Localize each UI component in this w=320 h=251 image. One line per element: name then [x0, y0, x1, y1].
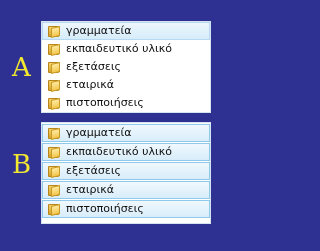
folder-label: εταιρικά — [66, 78, 114, 91]
folder-label: εξετάσεις — [66, 164, 121, 177]
folder-label: γραμματεία — [66, 126, 132, 139]
folder-row[interactable]: πιστοποιήσεις — [42, 200, 210, 218]
folder-row[interactable]: πιστοποιήσεις — [42, 94, 210, 112]
folder-row[interactable]: εξετάσεις — [42, 58, 210, 76]
folder-icon — [48, 25, 61, 38]
folder-icon — [48, 43, 61, 56]
folder-icon — [48, 127, 61, 140]
folder-row[interactable]: γραμματεία — [42, 22, 210, 40]
folder-icon — [48, 79, 61, 92]
folder-row[interactable]: εξετάσεις — [42, 162, 210, 180]
folder-icon — [48, 61, 61, 74]
folder-icon — [48, 184, 61, 197]
folder-row[interactable]: εκπαιδευτικό υλικό — [42, 40, 210, 58]
folder-label: εκπαιδευτικό υλικό — [66, 42, 172, 55]
folder-icon — [48, 146, 61, 159]
folder-row[interactable]: εταιρικά — [42, 76, 210, 94]
folder-label: εκπαιδευτικό υλικό — [66, 145, 172, 158]
folder-row[interactable]: εκπαιδευτικό υλικό — [42, 143, 210, 161]
folder-icon — [48, 165, 61, 178]
folder-label: γραμματεία — [66, 24, 132, 37]
folder-icon — [48, 97, 61, 110]
folder-label: πιστοποιήσεις — [66, 202, 144, 215]
folder-label: πιστοποιήσεις — [66, 96, 144, 109]
folder-row[interactable]: γραμματεία — [42, 124, 210, 142]
variant-b-label: B — [12, 150, 32, 180]
folder-label: εταιρικά — [66, 183, 114, 196]
folder-icon — [48, 203, 61, 216]
folder-list-b: γραμματεία εκπαιδευτικό υλικό εξετάσεις … — [41, 122, 211, 224]
folder-label: εξετάσεις — [66, 60, 121, 73]
folder-row[interactable]: εταιρικά — [42, 181, 210, 199]
folder-list-a: γραμματεία εκπαιδευτικό υλικό εξετάσεις … — [41, 21, 211, 113]
variant-a-label: A — [12, 53, 31, 83]
